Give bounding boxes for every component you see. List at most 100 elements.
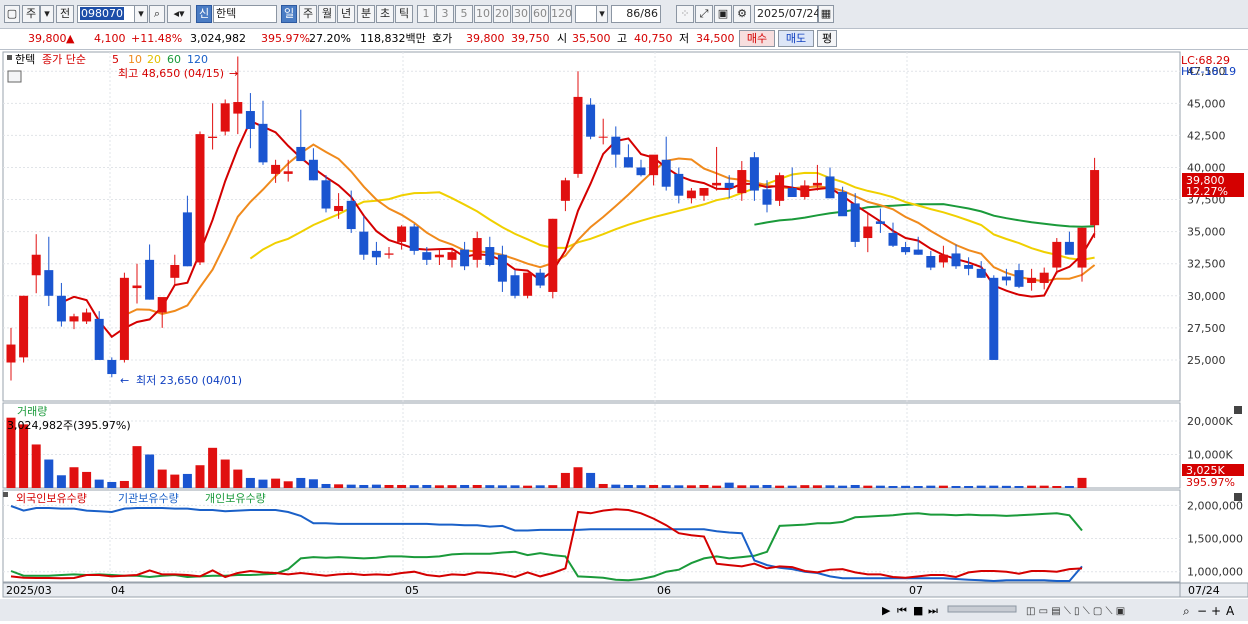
volume-bar [737, 485, 747, 488]
stop-icon[interactable]: ■ [913, 604, 923, 617]
zoom-search-icon[interactable]: ⌕ [1183, 604, 1190, 618]
period-month[interactable]: 월 [318, 5, 336, 23]
candle-body [913, 249, 923, 255]
date-field[interactable]: 2025/07/24 [754, 5, 820, 23]
open-price: 35,500 [572, 32, 611, 45]
interval-3[interactable]: 3 [436, 5, 454, 23]
candle-body [334, 205, 344, 212]
current-price: 39,800 [28, 32, 67, 45]
candle-body [44, 270, 54, 296]
period-week[interactable]: 주 [299, 5, 317, 23]
volume-bar [812, 485, 822, 488]
price-y-tick: 45,000 [1187, 97, 1226, 110]
stock-name-field[interactable]: 한텍 [213, 5, 277, 23]
candle-body [951, 253, 961, 267]
volume-y-tick: 20,000K [1187, 415, 1233, 428]
price-y-tick: 40,000 [1187, 161, 1226, 174]
volume-bar [938, 485, 948, 488]
sin-badge[interactable]: 신 [196, 5, 212, 23]
candle-body [145, 259, 155, 300]
volume-bar [182, 473, 192, 488]
trade-amount: 118,832백만 [360, 32, 426, 45]
speaker-icon[interactable]: ◂▾ [167, 5, 191, 23]
candle-body [749, 157, 759, 191]
buy-button[interactable]: 매수 [739, 30, 775, 47]
jeon-button[interactable]: 전 [56, 5, 74, 23]
zoom-slider[interactable] [947, 605, 1017, 613]
zoom-in-icon[interactable]: + [1211, 604, 1221, 618]
candle-body [371, 250, 381, 258]
volume-bar [384, 484, 394, 488]
table-icon[interactable] [7, 70, 22, 83]
first-page-icon[interactable]: ⏮ [897, 604, 907, 617]
interval-20[interactable]: 20 [493, 5, 511, 23]
period-tick[interactable]: 틱 [395, 5, 413, 23]
average-button[interactable]: 평 [817, 30, 837, 47]
sell-button[interactable]: 매도 [778, 30, 814, 47]
interval-10[interactable]: 10 [474, 5, 492, 23]
code-dropdown-icon[interactable]: ▾ [134, 5, 148, 23]
candle-body [850, 203, 860, 242]
period-day[interactable]: 일 [281, 5, 297, 23]
close-icon[interactable] [1234, 406, 1242, 414]
search-icon[interactable]: ⌕ [149, 5, 165, 23]
volume-bar [1014, 485, 1024, 488]
candle-body [1001, 276, 1011, 281]
volume-bar [964, 485, 974, 488]
panel-handle-icon[interactable] [3, 492, 8, 497]
close-icon[interactable] [1234, 493, 1242, 501]
period-year[interactable]: 년 [337, 5, 355, 23]
chevron-down-icon[interactable]: ▾ [40, 5, 54, 23]
price-y-tick: 27,500 [1187, 322, 1226, 335]
candle-body [976, 268, 986, 278]
volume-bar [674, 485, 684, 488]
volume-bar [409, 485, 419, 488]
interval-5[interactable]: 5 [455, 5, 473, 23]
high-price: 40,750 [634, 32, 673, 45]
data-count-field[interactable]: 86/86 [611, 5, 661, 23]
gear-icon[interactable]: ⚙ [733, 5, 751, 23]
scroll-right-icon[interactable]: ▶ [882, 604, 891, 617]
zoom-out-icon[interactable]: − [1197, 604, 1207, 618]
volume-bar [107, 481, 117, 488]
holding-y-tick: 1,500,000 [1187, 533, 1243, 546]
chevron-down-icon[interactable]: ▾ [596, 5, 608, 23]
volume-bar [170, 474, 180, 488]
stock-chart[interactable]: 47,50045,00042,50040,00037,50035,00032,5… [0, 50, 1248, 621]
volume-bar [31, 444, 41, 488]
volume-bar [460, 484, 470, 488]
last-page-icon[interactable]: ⏭ [928, 604, 938, 617]
candle-body [775, 175, 785, 201]
toolbar: ▢ 주 ▾ 전 098070 ▾ ⌕ ◂▾ 신 한텍 일 주 월 년 분 초 틱… [0, 0, 1248, 29]
candle-body [359, 231, 369, 255]
interval-custom-input[interactable] [575, 5, 597, 23]
volume-bar [359, 484, 369, 488]
period-second[interactable]: 초 [376, 5, 394, 23]
window-icon[interactable]: ▢ [4, 5, 20, 23]
market-select[interactable]: 주 [22, 5, 40, 23]
period-minute[interactable]: 분 [357, 5, 375, 23]
interval-1[interactable]: 1 [417, 5, 435, 23]
calendar-icon[interactable]: ▦ [818, 5, 834, 23]
stock-code-input[interactable]: 098070 [77, 5, 135, 23]
save-icon[interactable]: ▣ [714, 5, 732, 23]
chart-area[interactable]: 47,500 45,000 42,500 40,000 37,500 35,000 32,5… [0, 50, 1248, 621]
volume-bar [573, 467, 583, 488]
interval-30[interactable]: 30 [512, 5, 530, 23]
draw-tools-icon[interactable]: ◫ ▭ ▤ ⟍ ▯ ⟍ ▢ ⟍ ▣ [1026, 606, 1125, 617]
grid-tool-icon[interactable]: ⁘ [676, 5, 694, 23]
interval-60[interactable]: 60 [531, 5, 549, 23]
draw-tool-icon[interactable]: ⤢ [695, 5, 713, 23]
volume-bar [245, 477, 255, 488]
volume-bar [296, 477, 306, 488]
interval-120[interactable]: 120 [550, 5, 572, 23]
candle-body [964, 264, 974, 269]
candle-body [346, 200, 356, 230]
volume-bar [787, 485, 797, 488]
high-label: 고 [617, 32, 628, 45]
panel-handle-icon[interactable] [7, 55, 12, 60]
candle-body [82, 312, 92, 322]
volume-bar [119, 480, 129, 488]
auto-scale-icon[interactable]: A [1226, 604, 1235, 618]
candle-body [296, 146, 306, 162]
